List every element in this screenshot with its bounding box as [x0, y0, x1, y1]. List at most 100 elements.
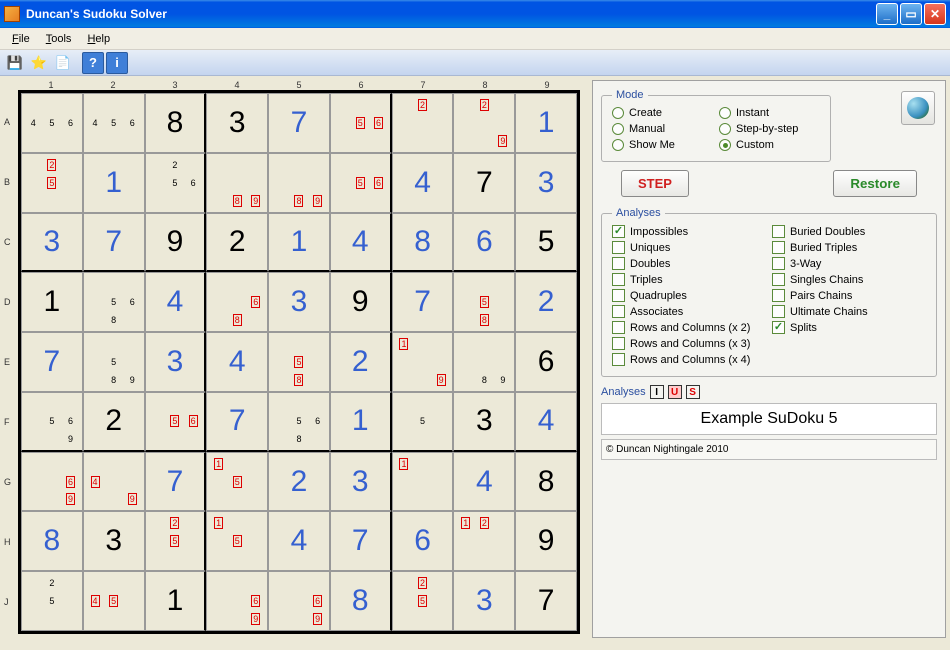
- cell-J5[interactable]: 69: [268, 571, 330, 631]
- minimize-button[interactable]: _: [876, 3, 898, 25]
- cell-G1[interactable]: 69: [21, 452, 83, 512]
- restore-button[interactable]: Restore: [833, 170, 917, 197]
- menu-file[interactable]: File: [4, 31, 38, 47]
- analysis-check-3-way[interactable]: 3-Way: [772, 257, 926, 270]
- step-button[interactable]: STEP: [621, 170, 689, 197]
- cell-D7[interactable]: 7: [392, 272, 454, 332]
- cell-C4[interactable]: 2: [206, 213, 268, 273]
- cell-C2[interactable]: 7: [83, 213, 145, 273]
- cell-A3[interactable]: 8: [145, 93, 207, 153]
- cell-A7[interactable]: 2: [392, 93, 454, 153]
- analysis-check-rows-and-columns-x-3-[interactable]: Rows and Columns (x 3): [612, 337, 766, 350]
- analysis-check-rows-and-columns-x-4-[interactable]: Rows and Columns (x 4): [612, 353, 766, 366]
- cell-J6[interactable]: 8: [330, 571, 392, 631]
- cell-J9[interactable]: 7: [515, 571, 577, 631]
- cell-E6[interactable]: 2: [330, 332, 392, 392]
- analysis-check-ultimate-chains[interactable]: Ultimate Chains: [772, 305, 926, 318]
- cell-B7[interactable]: 4: [392, 153, 454, 213]
- cell-F1[interactable]: 569: [21, 392, 83, 452]
- cell-J2[interactable]: 45: [83, 571, 145, 631]
- cell-J1[interactable]: 25: [21, 571, 83, 631]
- cell-C9[interactable]: 5: [515, 213, 577, 273]
- analysis-check-triples[interactable]: Triples: [612, 273, 766, 286]
- cell-G4[interactable]: 15: [206, 452, 268, 512]
- cell-F3[interactable]: 56: [145, 392, 207, 452]
- info-button[interactable]: i: [106, 52, 128, 74]
- analysis-check-doubles[interactable]: Doubles: [612, 257, 766, 270]
- cell-F5[interactable]: 568: [268, 392, 330, 452]
- cell-F7[interactable]: 5: [392, 392, 454, 452]
- cell-F8[interactable]: 3: [453, 392, 515, 452]
- cell-F4[interactable]: 7: [206, 392, 268, 452]
- cell-B8[interactable]: 7: [453, 153, 515, 213]
- cell-G3[interactable]: 7: [145, 452, 207, 512]
- cell-B4[interactable]: 89: [206, 153, 268, 213]
- menu-tools[interactable]: Tools: [38, 31, 80, 47]
- cell-E7[interactable]: 19: [392, 332, 454, 392]
- cell-G5[interactable]: 2: [268, 452, 330, 512]
- cell-C6[interactable]: 4: [330, 213, 392, 273]
- cell-D2[interactable]: 568: [83, 272, 145, 332]
- cell-D3[interactable]: 4: [145, 272, 207, 332]
- cell-H3[interactable]: 25: [145, 511, 207, 571]
- save-icon[interactable]: 💾: [4, 52, 26, 74]
- cell-D6[interactable]: 9: [330, 272, 392, 332]
- cell-J8[interactable]: 3: [453, 571, 515, 631]
- analysis-check-splits[interactable]: ✓Splits: [772, 321, 926, 334]
- cell-J3[interactable]: 1: [145, 571, 207, 631]
- globe-button[interactable]: [901, 91, 935, 125]
- cell-B3[interactable]: 256: [145, 153, 207, 213]
- analysis-check-rows-and-columns-x-2-[interactable]: Rows and Columns (x 2): [612, 321, 766, 334]
- cell-H6[interactable]: 7: [330, 511, 392, 571]
- cell-H8[interactable]: 12: [453, 511, 515, 571]
- analysis-check-singles-chains[interactable]: Singles Chains: [772, 273, 926, 286]
- cell-E4[interactable]: 4: [206, 332, 268, 392]
- cell-F6[interactable]: 1: [330, 392, 392, 452]
- cell-C3[interactable]: 9: [145, 213, 207, 273]
- cell-B6[interactable]: 56: [330, 153, 392, 213]
- cell-A9[interactable]: 1: [515, 93, 577, 153]
- cell-H5[interactable]: 4: [268, 511, 330, 571]
- close-button[interactable]: ✕: [924, 3, 946, 25]
- star-icon[interactable]: ⭐: [28, 52, 50, 74]
- cell-B1[interactable]: 25: [21, 153, 83, 213]
- cell-E9[interactable]: 6: [515, 332, 577, 392]
- cell-E1[interactable]: 7: [21, 332, 83, 392]
- cell-E5[interactable]: 58: [268, 332, 330, 392]
- cell-G6[interactable]: 3: [330, 452, 392, 512]
- cell-C5[interactable]: 1: [268, 213, 330, 273]
- cell-A1[interactable]: 456: [21, 93, 83, 153]
- cell-J4[interactable]: 69: [206, 571, 268, 631]
- cell-A2[interactable]: 456: [83, 93, 145, 153]
- cell-A4[interactable]: 3: [206, 93, 268, 153]
- cell-D5[interactable]: 3: [268, 272, 330, 332]
- cell-B9[interactable]: 3: [515, 153, 577, 213]
- mode-radio-instant[interactable]: Instant: [719, 107, 820, 119]
- cell-B5[interactable]: 89: [268, 153, 330, 213]
- cell-G8[interactable]: 4: [453, 452, 515, 512]
- cell-D8[interactable]: 58: [453, 272, 515, 332]
- analysis-check-uniques[interactable]: Uniques: [612, 241, 766, 254]
- menu-help[interactable]: Help: [79, 31, 118, 47]
- analysis-check-pairs-chains[interactable]: Pairs Chains: [772, 289, 926, 302]
- mode-radio-step-by-step[interactable]: Step-by-step: [719, 123, 820, 135]
- help-button[interactable]: ?: [82, 52, 104, 74]
- cell-C8[interactable]: 6: [453, 213, 515, 273]
- cell-F2[interactable]: 2: [83, 392, 145, 452]
- mode-radio-show-me[interactable]: Show Me: [612, 139, 713, 151]
- cell-E8[interactable]: 89: [453, 332, 515, 392]
- cell-H9[interactable]: 9: [515, 511, 577, 571]
- mode-radio-create[interactable]: Create: [612, 107, 713, 119]
- maximize-button[interactable]: ▭: [900, 3, 922, 25]
- analysis-check-impossibles[interactable]: ✓Impossibles: [612, 225, 766, 238]
- cell-G2[interactable]: 49: [83, 452, 145, 512]
- cell-G7[interactable]: 1: [392, 452, 454, 512]
- analysis-check-quadruples[interactable]: Quadruples: [612, 289, 766, 302]
- cell-B2[interactable]: 1: [83, 153, 145, 213]
- cell-J7[interactable]: 25: [392, 571, 454, 631]
- cell-D4[interactable]: 68: [206, 272, 268, 332]
- cell-A6[interactable]: 56: [330, 93, 392, 153]
- cell-C7[interactable]: 8: [392, 213, 454, 273]
- analysis-check-buried-triples[interactable]: Buried Triples: [772, 241, 926, 254]
- new-icon[interactable]: 📄: [52, 52, 74, 74]
